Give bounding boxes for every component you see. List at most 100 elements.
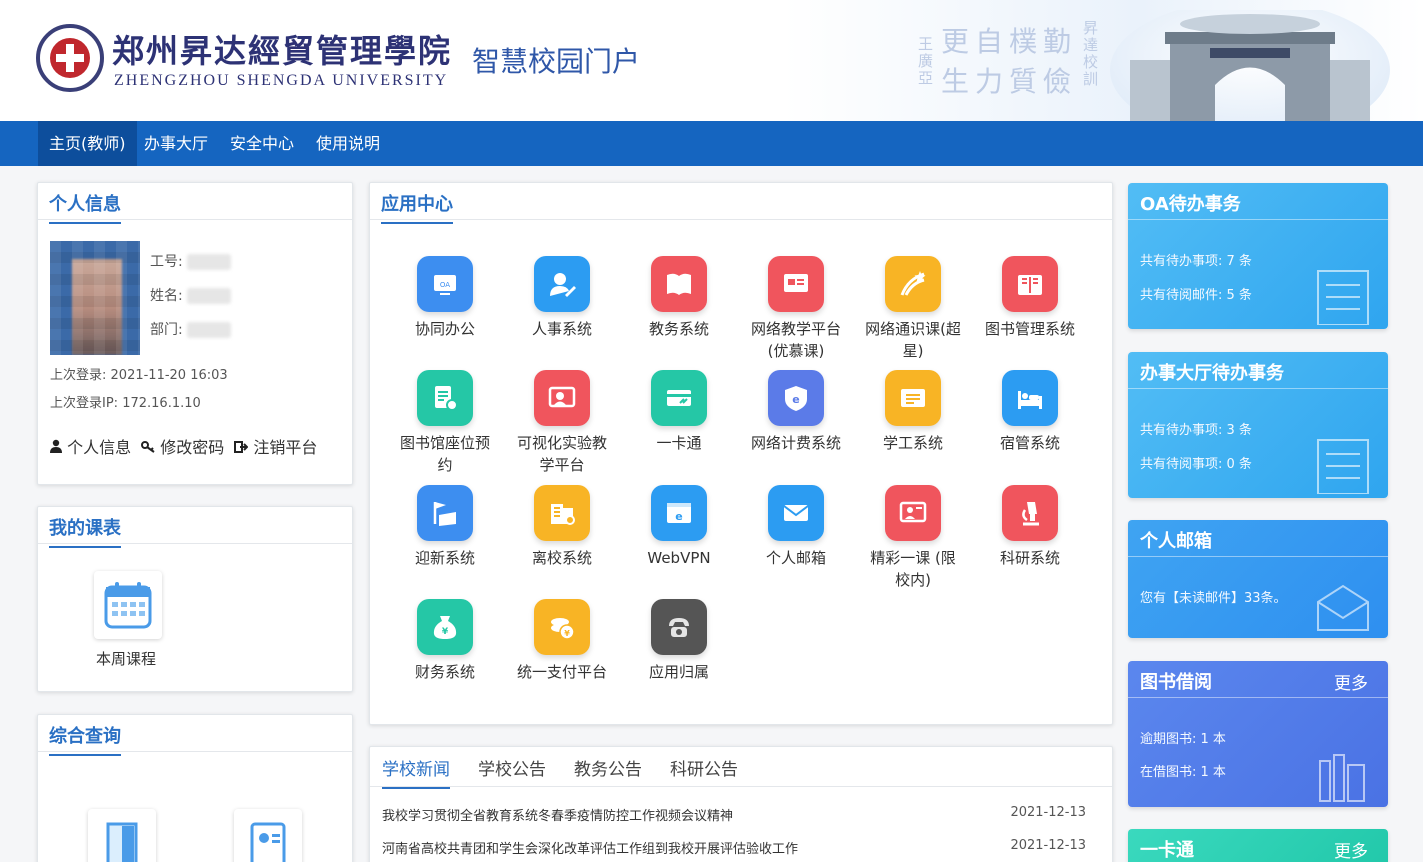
student-icon bbox=[885, 370, 941, 426]
app-tile[interactable]: 网络教学平台(优慕课) bbox=[746, 256, 846, 362]
weekly-course-tile[interactable] bbox=[94, 571, 162, 639]
app-label: 网络通识课(超星) bbox=[865, 320, 961, 360]
vpn-icon: e bbox=[651, 485, 707, 541]
app-label: 网络计费系统 bbox=[750, 434, 841, 452]
library-icon bbox=[1002, 256, 1058, 312]
my-schedule-title: 我的课表 bbox=[49, 514, 121, 548]
app-tile[interactable]: 迎新系统 bbox=[395, 485, 495, 569]
oa-todo-card[interactable]: OA待办事务 共有待办事项: 7 条 共有待阅邮件: 5 条 bbox=[1128, 183, 1388, 329]
department-row: 部门: bbox=[150, 319, 231, 339]
calendar-icon bbox=[104, 582, 152, 629]
app-center-title: 应用中心 bbox=[381, 190, 453, 224]
oa-icon: OA bbox=[417, 256, 473, 312]
app-tile[interactable]: 教务系统 bbox=[629, 256, 729, 340]
query-tile-door[interactable] bbox=[88, 809, 156, 862]
tab-school-notice[interactable]: 学校公告 bbox=[478, 755, 546, 789]
motto-side-right: 昇達校訓 bbox=[1081, 20, 1099, 88]
user-icon bbox=[50, 439, 62, 453]
key-icon bbox=[141, 441, 155, 453]
nav-home-teacher[interactable]: 主页(教师) bbox=[38, 121, 137, 166]
app-tile[interactable]: 网络通识课(超星) bbox=[863, 256, 963, 362]
app-label: 协同办公 bbox=[414, 320, 475, 338]
app-tile[interactable]: e 网络计费系统 bbox=[746, 370, 846, 454]
phone-icon bbox=[651, 599, 707, 655]
campus-card-title: 一卡通 bbox=[1140, 840, 1194, 861]
app-label: WebVPN bbox=[647, 549, 711, 567]
app-tile[interactable]: 一卡通 bbox=[629, 370, 729, 454]
book-borrow-more-link[interactable]: 更多 bbox=[1334, 669, 1368, 694]
app-label: 可视化实验教学平台 bbox=[516, 434, 607, 474]
app-tile[interactable]: OA 协同办公 bbox=[395, 256, 495, 340]
staff-id-label: 工号: bbox=[150, 254, 183, 270]
query-tile-profile[interactable] bbox=[234, 809, 302, 862]
news-title: 河南省高校共青团和学生会深化改革评估工作组到我校开展评估验收工作 bbox=[382, 842, 799, 857]
app-tile[interactable]: 应用归属 bbox=[629, 599, 729, 683]
app-label: 精彩一课 (限校内) bbox=[870, 549, 956, 589]
app-tile[interactable]: 图书管理系统 bbox=[980, 256, 1080, 340]
mail-icon bbox=[768, 485, 824, 541]
app-label: 个人邮箱 bbox=[765, 549, 826, 567]
app-tile[interactable]: 人事系统 bbox=[512, 256, 612, 340]
name-value-redacted bbox=[186, 288, 231, 304]
campus-card-card[interactable]: 一卡通 更多 bbox=[1128, 829, 1388, 862]
logout-link[interactable]: 注销平台 bbox=[234, 434, 317, 458]
portal-title: 智慧校园门户 bbox=[472, 45, 641, 78]
app-tile[interactable]: 可视化实验教学平台 bbox=[512, 370, 612, 476]
oa-mail-count: 共有待阅邮件: 5 条 bbox=[1140, 288, 1252, 303]
motto-main: 更自樸勤 bbox=[941, 25, 1078, 58]
unread-mail-count: 您有【未读邮件】33条。 bbox=[1140, 591, 1287, 606]
app-tile[interactable]: ¥ 统一支付平台 bbox=[512, 599, 612, 683]
overdue-books: 逾期图书: 1 本 bbox=[1140, 732, 1226, 747]
book-borrow-card[interactable]: 图书借阅 更多 逾期图书: 1 本 在借图书: 1 本 bbox=[1128, 661, 1388, 807]
school-emblem-icon bbox=[36, 24, 104, 92]
profile-link-label: 个人信息 bbox=[67, 438, 132, 457]
tab-research-notice[interactable]: 科研公告 bbox=[670, 755, 738, 789]
app-tile[interactable]: ¥ 财务系统 bbox=[395, 599, 495, 683]
svg-text:e: e bbox=[675, 510, 682, 523]
tab-school-news[interactable]: 学校新闻 bbox=[382, 755, 450, 789]
motto-side-left: 王廣亞 bbox=[916, 36, 934, 87]
app-tile[interactable]: 图书馆座位预约 bbox=[395, 370, 495, 476]
app-tile[interactable]: 宿管系统 bbox=[980, 370, 1080, 454]
oa-todo-count: 共有待办事项: 7 条 bbox=[1140, 254, 1252, 269]
app-label: 学工系统 bbox=[882, 434, 943, 452]
star-icon bbox=[885, 256, 941, 312]
seat-icon bbox=[417, 370, 473, 426]
name-label: 姓名: bbox=[150, 288, 183, 304]
department-label: 部门: bbox=[150, 322, 183, 338]
mail-card[interactable]: 个人邮箱 您有【未读邮件】33条。 bbox=[1128, 520, 1388, 638]
app-center-panel: 应用中心 OA 协同办公 人事系统 教务系统 网络教学平台(优慕课) 网络通识课(超星) 图… bbox=[369, 182, 1113, 725]
app-tile[interactable]: 个人邮箱 bbox=[746, 485, 846, 569]
book-icon bbox=[651, 256, 707, 312]
news-item[interactable]: 我校学习贯彻全省教育系统冬春季疫情防控工作视频会议精神 2021-12-13 bbox=[382, 805, 1086, 824]
news-tabs: 学校新闻 学校公告 教务公告 科研公告 bbox=[382, 755, 738, 789]
tab-academic-notice[interactable]: 教务公告 bbox=[574, 755, 642, 789]
profile-link[interactable]: 个人信息 bbox=[50, 434, 131, 458]
hall-todo-count: 共有待办事项: 3 条 bbox=[1140, 423, 1252, 438]
app-tile[interactable]: 精彩一课 (限校内) bbox=[863, 485, 963, 591]
lesson-icon bbox=[885, 485, 941, 541]
app-tile[interactable]: e WebVPN bbox=[629, 485, 729, 569]
nav-user-guide[interactable]: 使用说明 bbox=[305, 121, 391, 166]
book-borrow-title: 图书借阅 bbox=[1140, 672, 1212, 693]
app-tile[interactable]: 学工系统 bbox=[863, 370, 963, 454]
news-item[interactable]: 河南省高校共青团和学生会深化改革评估工作组到我校开展评估验收工作 2021-12-… bbox=[382, 838, 1086, 857]
last-login-label: 上次登录: bbox=[50, 368, 107, 383]
checklist-icon bbox=[1317, 439, 1369, 494]
app-tile[interactable]: 离校系统 bbox=[512, 485, 612, 569]
nav-service-hall[interactable]: 办事大厅 bbox=[133, 121, 219, 166]
nav-security-center[interactable]: 安全中心 bbox=[219, 121, 305, 166]
hall-todo-card[interactable]: 办事大厅待办事务 共有待办事项: 3 条 共有待阅事项: 0 条 bbox=[1128, 352, 1388, 498]
news-panel: 学校新闻 学校公告 教务公告 科研公告 我校学习贯彻全省教育系统冬春季疫情防控工… bbox=[369, 746, 1113, 862]
borrowed-books: 在借图书: 1 本 bbox=[1140, 765, 1226, 780]
dorm-icon bbox=[1002, 370, 1058, 426]
svg-text:¥: ¥ bbox=[442, 627, 449, 637]
door-icon bbox=[106, 822, 138, 862]
mail-card-title: 个人邮箱 bbox=[1140, 531, 1212, 552]
header: 郑州昇达經貿管理學院 ZHENGZHOU SHENGDA UNIVERSITY … bbox=[0, 0, 1423, 121]
app-tile[interactable]: 科研系统 bbox=[980, 485, 1080, 569]
last-login-value: 2021-11-20 16:03 bbox=[110, 368, 228, 383]
change-password-link[interactable]: 修改密码 bbox=[141, 434, 224, 458]
logout-icon bbox=[234, 441, 249, 453]
campus-card-more-link[interactable]: 更多 bbox=[1334, 837, 1368, 862]
